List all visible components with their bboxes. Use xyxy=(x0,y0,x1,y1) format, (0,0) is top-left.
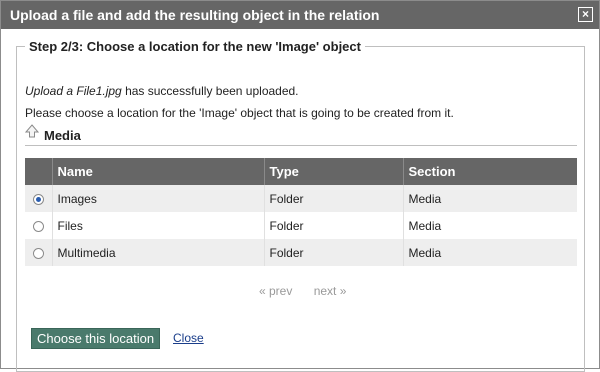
choose-location-button[interactable]: Choose this location xyxy=(31,328,161,349)
uploaded-filename: Upload a File1.jpg xyxy=(25,84,122,98)
dialog-title: Upload a file and add the resulting obje… xyxy=(10,7,380,23)
location-radio-multimedia[interactable] xyxy=(33,247,44,259)
pager: « prev next » xyxy=(259,284,364,298)
table-header-row: Name Type Section xyxy=(25,158,577,185)
close-link[interactable]: Close xyxy=(173,331,204,345)
row-section: Media xyxy=(403,239,577,266)
upload-success-text: has successfully been uploaded. xyxy=(121,84,299,98)
row-name: Images xyxy=(52,185,265,212)
table-row[interactable]: Images Folder Media xyxy=(25,185,577,212)
row-type: Folder xyxy=(264,212,404,239)
table-row[interactable]: Files Folder Media xyxy=(25,212,577,239)
row-type: Folder xyxy=(264,239,404,266)
row-select-cell xyxy=(25,212,53,239)
row-name: Files xyxy=(52,212,265,239)
step-fieldset: Step 2/3: Choose a location for the new … xyxy=(16,39,585,372)
instruction-text: Please choose a location for the 'Image'… xyxy=(25,106,454,120)
dialog-body: Step 2/3: Choose a location for the new … xyxy=(1,29,599,372)
breadcrumb: Media xyxy=(25,124,577,146)
row-section: Media xyxy=(403,185,577,212)
row-select-cell xyxy=(25,239,53,266)
breadcrumb-label: Media xyxy=(44,128,81,143)
pager-next: next » xyxy=(313,284,347,298)
row-section: Media xyxy=(403,212,577,239)
upload-dialog: Upload a file and add the resulting obje… xyxy=(0,0,600,372)
row-type: Folder xyxy=(264,185,404,212)
dialog-titlebar: Upload a file and add the resulting obje… xyxy=(1,1,599,29)
close-icon[interactable]: × xyxy=(578,7,593,22)
upload-success-message: Upload a File1.jpg has successfully been… xyxy=(25,84,299,98)
column-header-section: Section xyxy=(403,158,577,185)
location-radio-images[interactable] xyxy=(33,193,44,205)
column-header-type: Type xyxy=(264,158,404,185)
column-header-name: Name xyxy=(52,158,265,185)
row-select-cell xyxy=(25,185,53,212)
pager-prev: « prev xyxy=(259,284,293,298)
step-legend: Step 2/3: Choose a location for the new … xyxy=(29,39,361,54)
column-header-select xyxy=(25,158,53,185)
location-radio-files[interactable] xyxy=(33,220,44,232)
up-arrow-icon[interactable] xyxy=(25,124,39,138)
location-table: Name Type Section Images Folder Media Fi xyxy=(25,158,577,266)
row-name: Multimedia xyxy=(52,239,265,266)
table-row[interactable]: Multimedia Folder Media xyxy=(25,239,577,266)
